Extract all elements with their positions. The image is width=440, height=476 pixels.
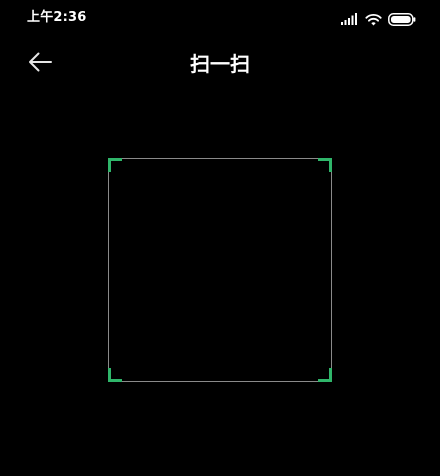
battery-icon xyxy=(388,12,416,26)
status-time: 上午2:36 xyxy=(27,10,87,25)
scan-corner-top-right xyxy=(318,158,332,172)
status-icons xyxy=(341,10,416,28)
scan-frame xyxy=(108,158,332,382)
signal-icon xyxy=(341,13,359,25)
status-bar: 上午2:36 xyxy=(0,0,440,36)
scan-corner-top-left xyxy=(108,158,122,172)
header-bar: 扫一扫 xyxy=(0,40,440,88)
page-title: 扫一扫 xyxy=(190,52,250,76)
scan-screen: 上午2:36 扫一扫 xyxy=(0,0,440,476)
scan-corner-bottom-right xyxy=(318,368,332,382)
wifi-icon xyxy=(365,13,382,26)
scan-corner-bottom-left xyxy=(108,368,122,382)
